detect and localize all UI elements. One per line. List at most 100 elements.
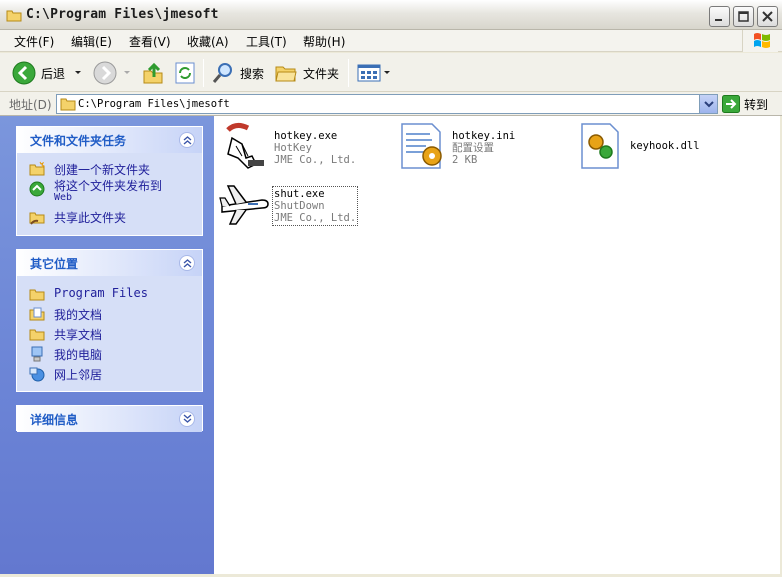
address-dropdown-button[interactable] <box>699 95 717 113</box>
panel-title: 详细信息 <box>30 413 79 427</box>
network-icon <box>29 367 45 382</box>
folders-button[interactable]: 文件夹 <box>274 60 339 86</box>
search-button[interactable]: 搜索 <box>211 60 264 86</box>
place-label: 网上邻居 <box>54 368 103 382</box>
place-my-computer[interactable]: 我的电脑 <box>17 344 202 364</box>
collapse-icon[interactable] <box>179 255 195 271</box>
toolbar-separator <box>203 59 204 87</box>
back-arrow-icon <box>12 61 36 85</box>
panel-header[interactable]: 其它位置 <box>17 250 202 276</box>
file-name: hotkey.ini <box>452 130 516 142</box>
file-company: JME Co., Ltd. <box>274 212 357 224</box>
folder-icon <box>29 329 45 341</box>
task-publish-web[interactable]: 将这个文件夹发布到 Web <box>17 179 202 207</box>
place-my-documents[interactable]: 我的文档 <box>17 304 202 324</box>
address-value: C:\Program Files\jmesoft <box>78 98 230 110</box>
file-list-pane[interactable]: hotkey.exe HotKey JME Co., Ltd. hotkey.i… <box>214 116 780 574</box>
go-label: 转到 <box>744 97 769 112</box>
my-documents-icon <box>29 307 45 321</box>
explorer-window: C:\Program Files\jmesoft 文件(F) 编辑(E) 查看(… <box>0 0 782 577</box>
collapse-icon[interactable] <box>179 132 195 148</box>
task-new-folder[interactable]: 创建一个新文件夹 <box>17 159 202 179</box>
forward-button[interactable] <box>93 60 131 86</box>
hotkey-app-icon <box>226 122 264 169</box>
close-button[interactable] <box>757 6 778 27</box>
task-label: 共享此文件夹 <box>54 211 127 225</box>
address-input[interactable]: C:\Program Files\jmesoft <box>56 94 718 114</box>
panel-header[interactable]: 详细信息 <box>17 406 202 432</box>
place-network[interactable]: 网上邻居 <box>17 364 202 384</box>
up-folder-icon <box>143 62 163 84</box>
airplane-app-icon <box>219 185 269 225</box>
file-item-hotkey-exe[interactable]: hotkey.exe HotKey JME Co., Ltd. <box>218 120 388 174</box>
sync-icon <box>175 62 195 84</box>
file-name: shut.exe <box>274 188 325 200</box>
minimize-button[interactable] <box>709 6 730 27</box>
menu-help[interactable]: 帮助(H) <box>303 33 345 50</box>
file-folder-tasks-panel: 文件和文件夹任务 创建一个新文件夹 将这个文件夹发布到 Web 共享此文件夹 <box>16 126 203 236</box>
file-size: 2 KB <box>452 154 478 166</box>
folders-label: 文件夹 <box>303 66 340 81</box>
menu-favorites[interactable]: 收藏(A) <box>187 33 229 50</box>
address-bar: 地址(D) C:\Program Files\jmesoft 转到 <box>0 92 782 116</box>
back-button[interactable]: 后退 <box>12 60 82 86</box>
place-shared-documents[interactable]: 共享文档 <box>17 324 202 344</box>
chevron-down-icon <box>704 101 714 108</box>
task-pane: 文件和文件夹任务 创建一个新文件夹 将这个文件夹发布到 Web 共享此文件夹 其… <box>0 116 214 574</box>
task-label-line2: Web <box>54 192 73 203</box>
back-label: 后退 <box>41 66 66 81</box>
panel-header[interactable]: 文件和文件夹任务 <box>17 127 202 153</box>
file-name: keyhook.dll <box>630 140 700 152</box>
task-share-folder[interactable]: 共享此文件夹 <box>17 207 202 227</box>
chevron-down-icon <box>124 71 130 74</box>
maximize-button[interactable] <box>733 6 754 27</box>
sync-button[interactable] <box>175 60 195 86</box>
details-panel: 详细信息 <box>16 405 203 432</box>
file-description: ShutDown <box>274 200 325 212</box>
task-label: 创建一个新文件夹 <box>54 163 151 177</box>
forward-arrow-icon <box>93 61 117 85</box>
file-company: JME Co., Ltd. <box>274 154 357 166</box>
up-folder-button[interactable] <box>142 60 164 86</box>
toolbar-separator <box>348 59 349 87</box>
title-bar[interactable]: C:\Program Files\jmesoft <box>0 0 782 30</box>
place-program-files[interactable]: Program Files <box>17 284 202 304</box>
place-label: 共享文档 <box>54 328 103 342</box>
panel-title: 文件和文件夹任务 <box>30 134 127 148</box>
place-label: 我的电脑 <box>54 348 103 362</box>
file-item-hotkey-ini[interactable]: hotkey.ini 配置设置 2 KB <box>396 120 566 174</box>
dll-file-icon <box>581 123 619 169</box>
expand-icon[interactable] <box>179 411 195 427</box>
go-button[interactable]: 转到 <box>722 95 768 113</box>
menu-view[interactable]: 查看(V) <box>129 33 171 50</box>
folders-icon <box>275 66 297 82</box>
menu-file[interactable]: 文件(F) <box>14 33 54 50</box>
folder-icon <box>60 98 76 111</box>
other-places-panel: 其它位置 Program Files 我的文档 共享文档 我的电脑 网上邻居 <box>16 249 203 392</box>
share-folder-icon <box>29 212 45 225</box>
folder-icon <box>29 289 45 301</box>
chevron-down-icon[interactable] <box>74 70 82 76</box>
file-name: hotkey.exe <box>274 130 338 142</box>
search-label: 搜索 <box>240 66 265 81</box>
search-icon <box>212 63 232 83</box>
place-label: 我的文档 <box>54 308 103 322</box>
menu-edit[interactable]: 编辑(E) <box>71 33 112 50</box>
windows-logo-icon <box>742 30 778 52</box>
menu-bar: 文件(F) 编辑(E) 查看(V) 收藏(A) 工具(T) 帮助(H) <box>0 30 782 52</box>
views-icon <box>357 64 381 82</box>
place-label: Program Files <box>54 286 148 300</box>
task-label: 将这个文件夹发布到 <box>54 179 163 193</box>
go-arrow-icon <box>722 95 740 113</box>
views-button[interactable] <box>357 60 391 86</box>
menu-tools[interactable]: 工具(T) <box>246 33 287 50</box>
toolbar: 后退 搜索 文件夹 <box>0 53 782 92</box>
file-type: 配置设置 <box>452 142 494 154</box>
file-item-keyhook-dll[interactable]: keyhook.dll <box>574 120 754 174</box>
chevron-down-icon <box>384 71 390 74</box>
file-description: HotKey <box>274 142 312 154</box>
config-file-icon <box>401 123 442 169</box>
publish-web-icon <box>29 181 45 197</box>
file-item-shut-exe[interactable]: shut.exe ShutDown JME Co., Ltd. <box>218 178 388 232</box>
new-folder-icon <box>29 161 45 176</box>
